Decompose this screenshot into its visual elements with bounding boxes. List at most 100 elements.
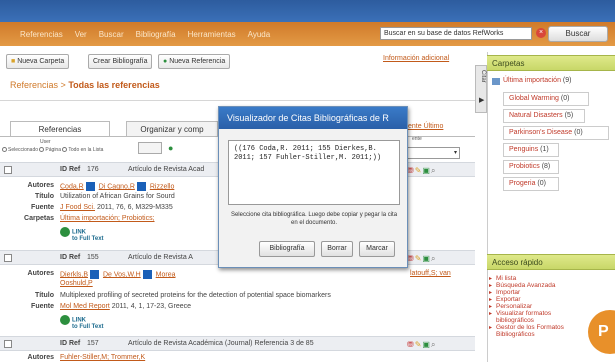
authors-value: Dierkls,B De Vos,W.H Morea [60, 270, 176, 279]
quick-link-cont[interactable]: bibliográficos [496, 317, 534, 324]
go-icon[interactable]: ● [168, 143, 173, 153]
search-button[interactable]: Buscar [548, 26, 608, 42]
record-checkbox[interactable] [4, 340, 12, 348]
id-ref-label: ID Ref [60, 254, 81, 261]
quick-link[interactable]: Importar [496, 289, 520, 296]
title-value: Utilization of African Grains for Sourd [60, 193, 175, 200]
quick-link[interactable]: Búsqueda Avanzada [496, 282, 556, 289]
record-type: Artículo de Revista Acad [128, 166, 205, 173]
page-title: Todas las referencias [68, 80, 160, 90]
source-label: Fuente [31, 204, 54, 211]
menu-referencias[interactable]: Referencias [20, 30, 63, 39]
folder-item-last-import[interactable]: Última importación (9) [503, 77, 571, 84]
menu-buscar[interactable]: Buscar [99, 30, 124, 39]
quick-link[interactable]: Exportar [496, 296, 521, 303]
authors-label: Autores [27, 354, 54, 361]
chevron-right-icon[interactable]: ▶ [479, 96, 484, 104]
dialog-title[interactable]: Visualizador de Citas Bibliográficas de … [219, 107, 407, 129]
full-text-link-sub[interactable]: to Full Text [72, 324, 104, 330]
quick-access-title: Acceso rápido [487, 254, 615, 270]
quick-link-cont[interactable]: Bibliográficos [496, 331, 535, 338]
record-checkbox[interactable] [4, 254, 12, 262]
title-label: Título [34, 292, 54, 299]
title-value: Multiplexed profiling of secreted protei… [60, 292, 331, 299]
id-ref-label: ID Ref [60, 340, 81, 347]
menu-bibliografia[interactable]: Bibliografía [136, 30, 176, 39]
user-label: User [40, 139, 51, 145]
breadcrumb: Referencias > Todas las referencias [10, 80, 160, 90]
create-bibliography-button[interactable]: Crear Bibliografía [88, 54, 153, 69]
folder-icon: ■ [11, 58, 16, 65]
clear-button[interactable]: Borrar [321, 241, 353, 257]
folder-item[interactable]: Progeria (0) [503, 177, 559, 191]
folder-item[interactable]: Penguins (1) [503, 143, 559, 157]
cite-tab-label: Citar [480, 70, 486, 83]
authors-value-tail[interactable]: Ooshuld,P [60, 280, 93, 287]
sort-select[interactable]: ▾ [404, 147, 460, 159]
mark-button[interactable]: Marcar [359, 241, 395, 257]
add-icon: ● [163, 58, 168, 65]
folder-item[interactable]: Parkinson's Disease (0) [503, 126, 609, 140]
title-label: Título [34, 193, 54, 200]
search-input[interactable]: Buscar en su base de datos RefWorks [380, 27, 532, 40]
dialog-message: Seleccione cita bibliográfica. Luego deb… [230, 212, 398, 226]
clear-search-icon[interactable]: × [536, 28, 546, 38]
folder-item[interactable]: Global Warming (0) [503, 92, 589, 106]
output-dropdown[interactable] [138, 142, 162, 154]
authors-value: Coda,R Di Cagno,R Rizzello [60, 182, 175, 191]
folder-item[interactable]: Natural Disasters (5) [503, 109, 585, 123]
id-ref-value: 157 [87, 340, 99, 347]
tab-references[interactable]: Referencias [10, 121, 110, 137]
divider [0, 100, 475, 101]
selection-scope: Seleccionado Página Todo en la Lista [2, 147, 103, 153]
author-search-icon[interactable] [85, 182, 95, 191]
link-icon [60, 227, 70, 237]
author-search-icon[interactable] [142, 270, 152, 279]
source-value: J Food Sci. 2011, 76, 6, M329-M335 [60, 204, 173, 211]
quick-link[interactable]: Personalizar [496, 303, 532, 310]
author-search-icon[interactable] [136, 182, 146, 191]
new-reference-button[interactable]: ● Nueva Referencia [158, 54, 231, 69]
tab-organize[interactable]: Organizar y comp [126, 121, 218, 137]
folder-item[interactable]: Probiotics (8) [503, 160, 559, 174]
quick-link[interactable]: Gestor de los Formatos [496, 324, 564, 331]
id-ref-value: 155 [87, 254, 99, 261]
folders-value[interactable]: Última importación; Probiotics; [60, 215, 155, 222]
record-actions[interactable]: ⛃✎▣⌕ [407, 166, 436, 176]
record-actions[interactable]: ⛃✎▣⌕ [407, 254, 436, 264]
id-ref-label: ID Ref [60, 166, 81, 173]
sort-link[interactable]: ente Último [408, 123, 443, 130]
authors-label: Autores [27, 182, 54, 189]
radio-all[interactable] [62, 147, 68, 153]
top-band [0, 0, 615, 22]
quick-link[interactable]: Visualizar formatos [496, 310, 551, 317]
record-actions[interactable]: ⛃✎▣⌕ [407, 340, 436, 350]
bibliography-button[interactable]: Bibliografía [259, 241, 315, 257]
authors-value-right[interactable]: latouff,S; van [410, 270, 451, 277]
more-info-link[interactable]: Información adicional [383, 55, 449, 62]
menu-ayuda[interactable]: Ayuda [248, 30, 271, 39]
radio-selected[interactable] [2, 147, 7, 153]
quick-link[interactable]: Mi lista [496, 275, 516, 282]
new-folder-button[interactable]: ■ Nueva Carpeta [6, 54, 70, 69]
author-search-icon[interactable] [90, 270, 100, 279]
folder-icon [492, 78, 500, 85]
folders-label: Carpetas [24, 215, 54, 222]
source-label: Fuente [31, 303, 54, 310]
record-checkbox[interactable] [4, 166, 12, 174]
menu-ver[interactable]: Ver [75, 30, 87, 39]
id-ref-value: 176 [87, 166, 99, 173]
citation-textarea[interactable]: ((176 Coda,R. 2011; 155 Dierkes,B. 2011;… [228, 140, 400, 205]
record-header: ID Ref 157 Artículo de Revista Académica… [0, 336, 475, 351]
record-type: Artículo de Revista A [128, 254, 193, 261]
folders-title: Carpetas [487, 55, 615, 71]
authors-value[interactable]: Fuhler-Stiller,M; Trommer,K [60, 354, 145, 361]
menu-herramientas[interactable]: Herramientas [188, 30, 236, 39]
breadcrumb-root[interactable]: Referencias [10, 80, 58, 90]
record-type: Artículo de Revista Académica (Journal) … [128, 340, 314, 347]
source-value: Mol Med Report 2011, 4, 1, 17-23, Greece [60, 303, 192, 310]
full-text-link-sub[interactable]: to Full Text [72, 236, 104, 242]
sort-label: ente [412, 136, 422, 142]
citation-viewer-dialog: Visualizador de Citas Bibliográficas de … [218, 106, 408, 268]
radio-page[interactable] [39, 147, 45, 153]
